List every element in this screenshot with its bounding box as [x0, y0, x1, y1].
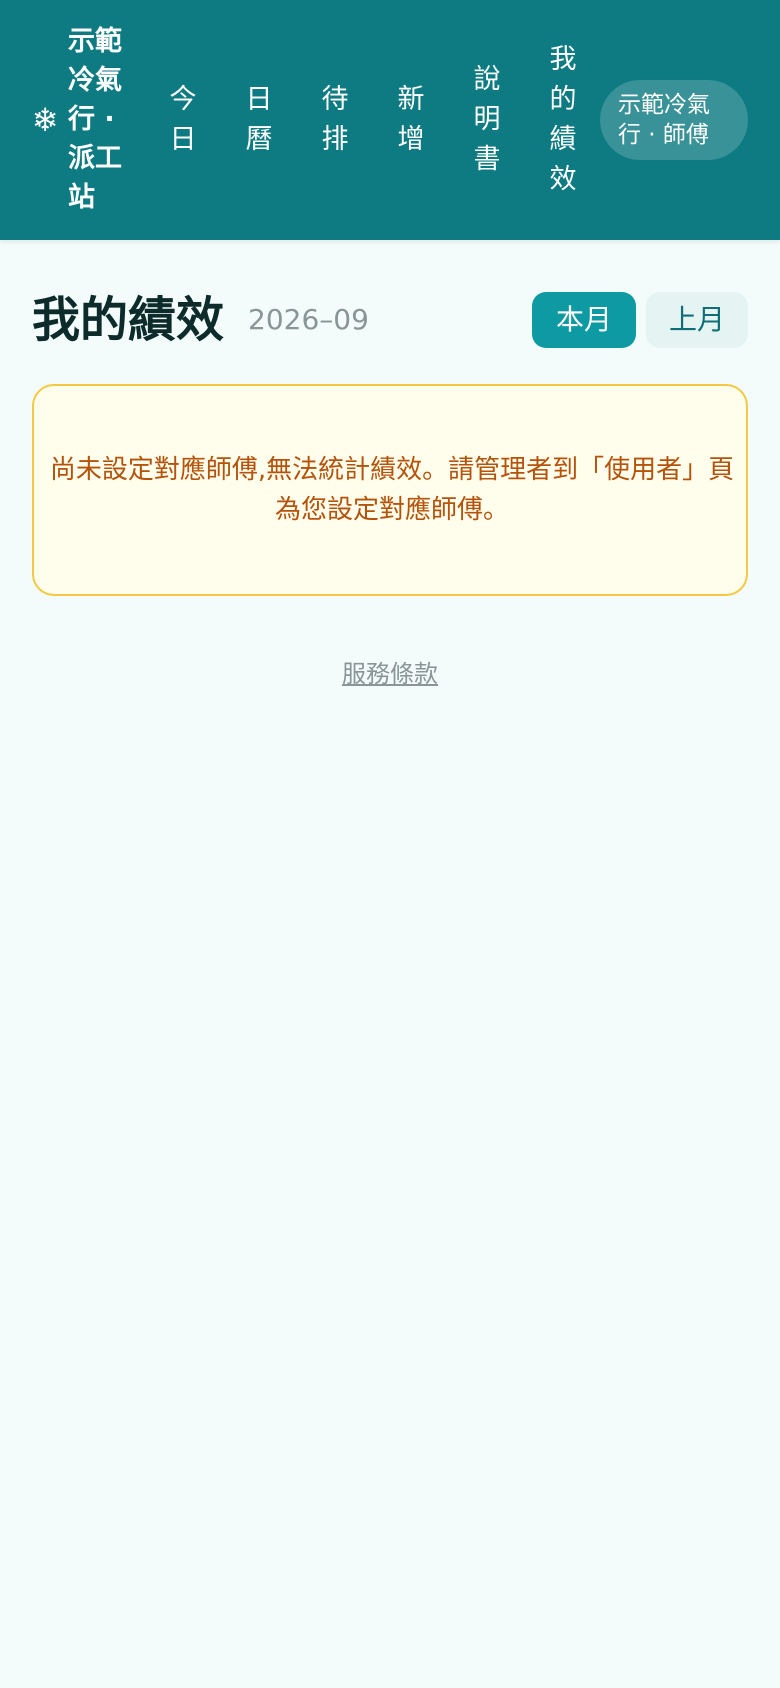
warning-notice: 尚未設定對應師傅,無法統計績效。請管理者到「使用者」頁為您設定對應師傅。: [32, 384, 748, 596]
brand-name: 示範冷氣行 · 派工站: [68, 26, 122, 213]
page-title: 我的績效: [32, 292, 225, 348]
snowflake-icon: ❄: [31, 101, 59, 139]
warning-notice-text: 尚未設定對應師傅,無法統計績效。請管理者到「使用者」頁為您設定對應師傅。: [49, 455, 735, 525]
nav-item-pending[interactable]: 待排: [315, 80, 355, 160]
brand-logo[interactable]: ❄ 示範冷氣行 · 派工站: [28, 22, 140, 218]
period-label: 2026–09: [248, 303, 369, 336]
last-month-button[interactable]: 上月: [646, 292, 748, 348]
nav-item-today[interactable]: 今日: [163, 80, 203, 160]
nav-item-calendar[interactable]: 日曆: [239, 80, 279, 160]
terms-of-service-link[interactable]: 服務條款: [0, 656, 780, 692]
nav-item-new[interactable]: 新增: [391, 80, 431, 160]
user-account-chip[interactable]: 示範冷氣行 · 師傅: [600, 80, 748, 160]
nav-item-manual[interactable]: 說明書: [467, 60, 507, 180]
this-month-button[interactable]: 本月: [532, 292, 636, 348]
user-account-label: 示範冷氣行 · 師傅: [618, 92, 710, 148]
top-navigation-bar: ❄ 示範冷氣行 · 派工站 今日 日曆 待排 新增 說明書 我的績效 示範冷氣行…: [0, 0, 780, 240]
nav-item-my-performance[interactable]: 我的績效: [543, 40, 583, 200]
